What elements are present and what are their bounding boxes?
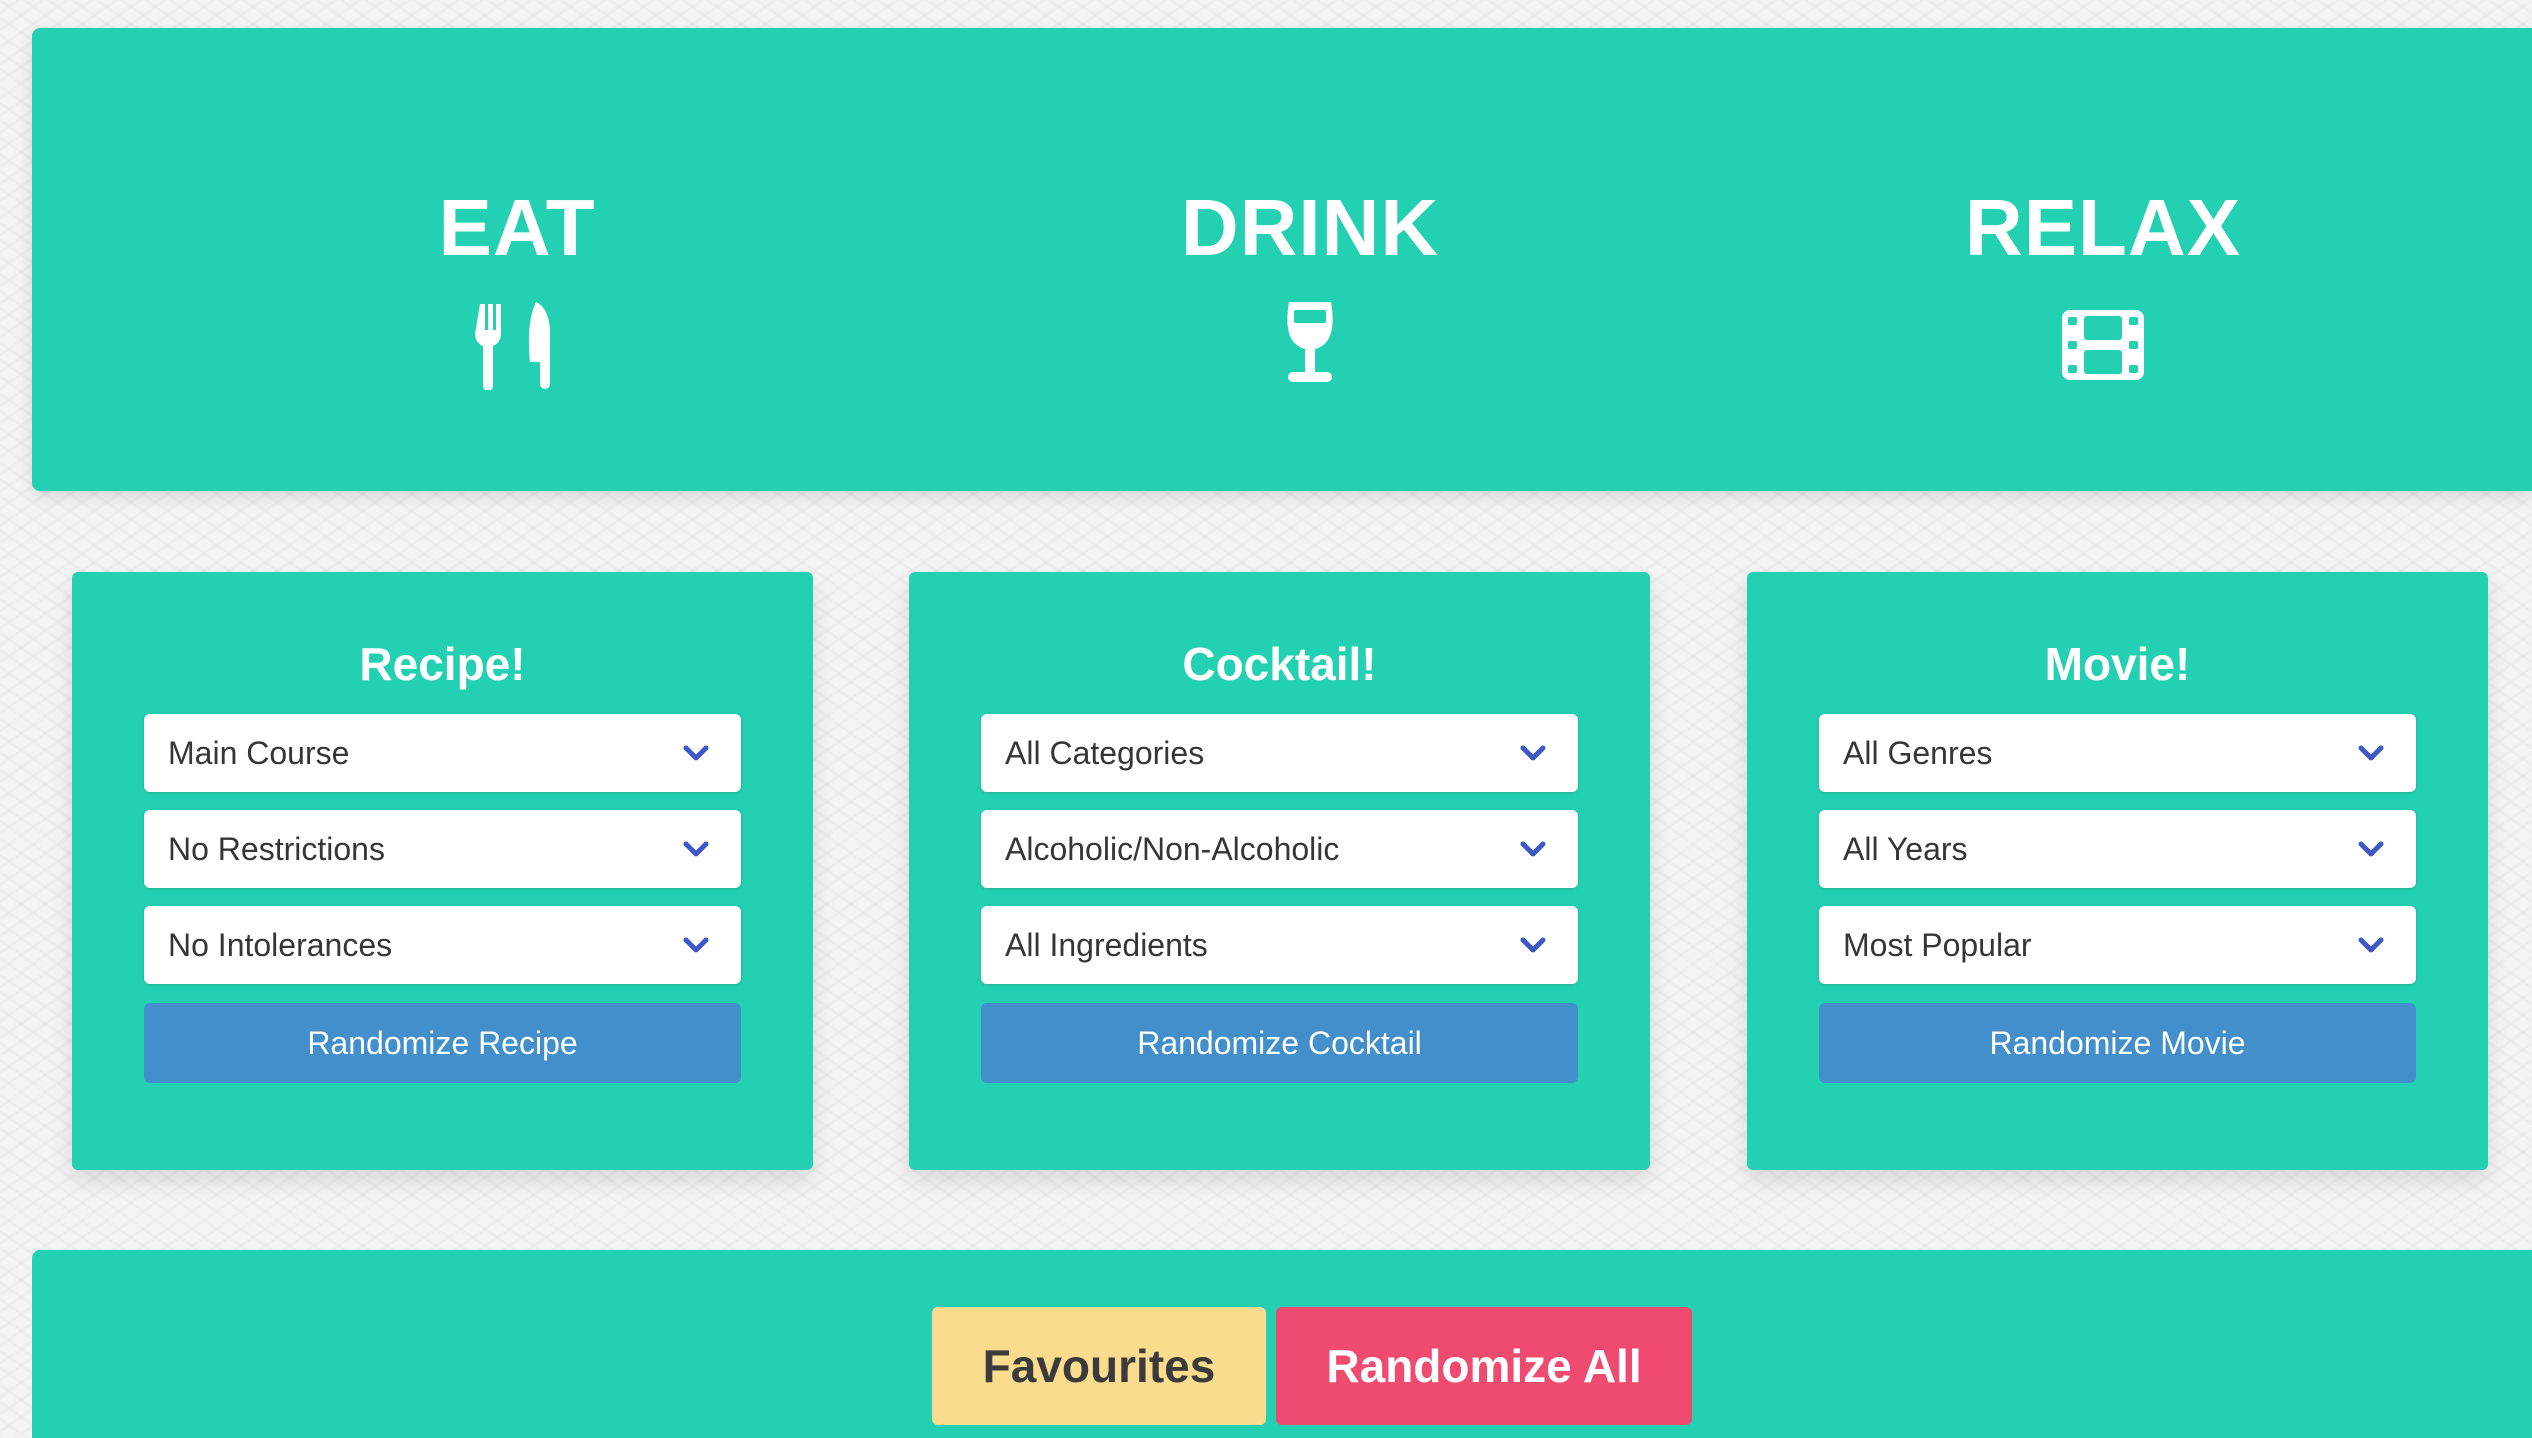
film-icon [2058, 300, 2148, 390]
header-drink-title: DRINK [1180, 183, 1440, 272]
cocktail-card-title: Cocktail! [1182, 638, 1377, 690]
cocktail-category-select[interactable]: All Categories [981, 714, 1578, 792]
chevron-down-icon [2356, 835, 2386, 863]
movie-year-select[interactable]: All Years [1819, 810, 2416, 888]
movie-sort-select[interactable]: Most Popular [1819, 906, 2416, 984]
recipe-card-title: Recipe! [359, 638, 526, 690]
cocktail-alcoholic-select[interactable]: Alcoholic/Non-Alcoholic [981, 810, 1578, 888]
movie-genre-value: All Genres [1843, 735, 1993, 771]
movie-genre-select[interactable]: All Genres [1819, 714, 2416, 792]
utensils-icon [472, 300, 562, 390]
recipe-course-select[interactable]: Main Course [144, 714, 741, 792]
recipe-intolerances-value: No Intolerances [168, 927, 393, 963]
cocktail-ingredients-value: All Ingredients [1005, 927, 1208, 963]
cocktail-ingredients-select[interactable]: All Ingredients [981, 906, 1578, 984]
recipe-course-value: Main Course [168, 735, 350, 771]
randomize-recipe-button[interactable]: Randomize Recipe [144, 1003, 741, 1083]
movie-sort-value: Most Popular [1843, 927, 2032, 963]
header-relax-title: RELAX [1964, 183, 2242, 272]
cocktail-alcoholic-value: Alcoholic/Non-Alcoholic [1005, 831, 1340, 867]
recipe-card: Recipe! Main Course No Restrictions No I… [72, 572, 813, 1170]
chevron-down-icon [1518, 931, 1548, 959]
cocktail-category-value: All Categories [1005, 735, 1205, 771]
cocktail-card: Cocktail! All Categories Alcoholic/Non-A… [909, 572, 1650, 1170]
chevron-down-icon [681, 835, 711, 863]
randomize-all-button[interactable]: Randomize All [1276, 1307, 1692, 1425]
recipe-restrictions-select[interactable]: No Restrictions [144, 810, 741, 888]
recipe-restrictions-value: No Restrictions [168, 831, 385, 867]
recipe-intolerances-select[interactable]: No Intolerances [144, 906, 741, 984]
chevron-down-icon [1518, 835, 1548, 863]
footer-banner: Favourites Randomize All [32, 1250, 2532, 1438]
wine-glass-icon [1265, 300, 1355, 390]
chevron-down-icon [681, 931, 711, 959]
randomize-cocktail-button[interactable]: Randomize Cocktail [981, 1003, 1578, 1083]
randomize-movie-button[interactable]: Randomize Movie [1819, 1003, 2416, 1083]
movie-year-value: All Years [1843, 831, 1968, 867]
favourites-button[interactable]: Favourites [932, 1307, 1266, 1425]
movie-card: Movie! All Genres All Years Most Popular… [1747, 572, 2488, 1170]
chevron-down-icon [2356, 931, 2386, 959]
header-eat-title: EAT [438, 183, 596, 272]
chevron-down-icon [1518, 739, 1548, 767]
chevron-down-icon [681, 739, 711, 767]
movie-card-title: Movie! [2044, 638, 2191, 690]
header-banner: EAT DRINK RELAX [32, 28, 2532, 491]
chevron-down-icon [2356, 739, 2386, 767]
